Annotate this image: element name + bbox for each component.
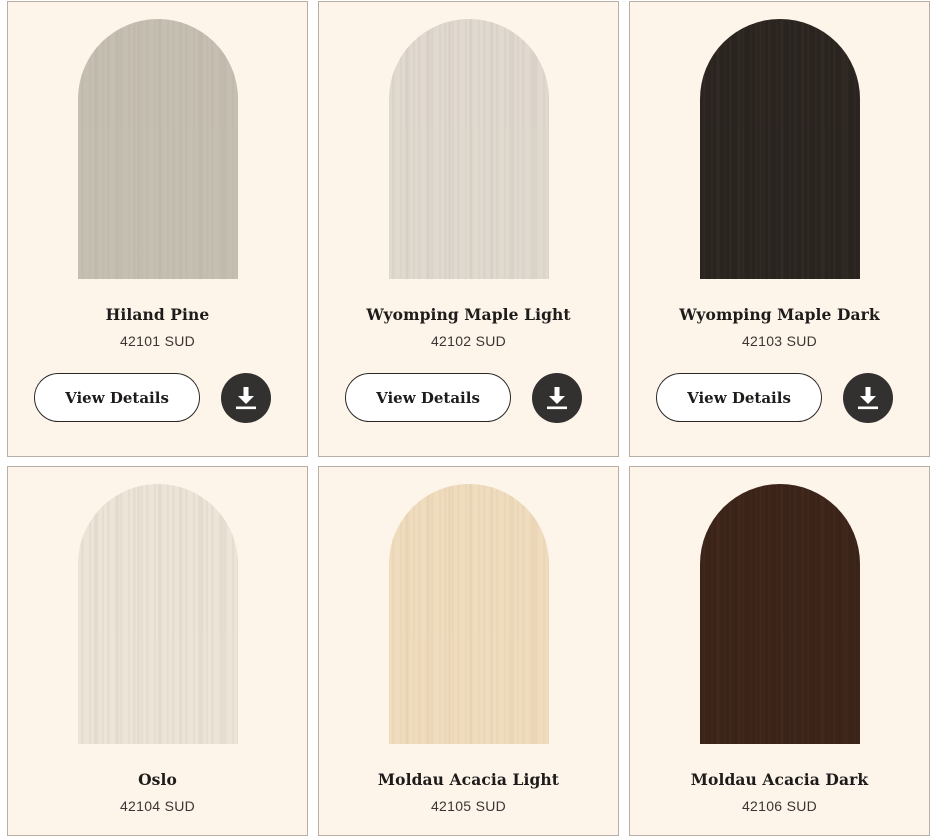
product-swatch-image[interactable] <box>700 484 860 744</box>
product-name: Moldau Acacia Dark <box>690 770 869 789</box>
product-name: Hiland Pine <box>105 305 210 324</box>
download-button[interactable] <box>843 373 893 423</box>
product-swatch-image[interactable] <box>78 19 238 279</box>
product-card: Moldau Acacia Dark 42106 SUD <box>629 466 930 836</box>
product-code: 42104 SUD <box>119 798 196 814</box>
download-button[interactable] <box>221 373 271 423</box>
product-swatch-image[interactable] <box>78 484 238 744</box>
wood-grain-texture <box>389 19 549 279</box>
product-card: Wyomping Maple Light 42102 SUD View Deta… <box>318 1 619 457</box>
download-button[interactable] <box>532 373 582 423</box>
wood-grain-texture <box>78 19 238 279</box>
product-swatch-image[interactable] <box>389 484 549 744</box>
product-card: Moldau Acacia Light 42105 SUD <box>318 466 619 836</box>
wood-grain-texture <box>700 19 860 279</box>
download-icon <box>858 387 878 410</box>
product-swatch-image[interactable] <box>389 19 549 279</box>
product-code: 42103 SUD <box>741 333 818 349</box>
product-name: Oslo <box>138 770 177 789</box>
view-details-button[interactable]: View Details <box>656 373 822 422</box>
view-details-button[interactable]: View Details <box>34 373 200 422</box>
product-code: 42102 SUD <box>430 333 507 349</box>
product-code: 42106 SUD <box>741 798 818 814</box>
product-grid: Hiland Pine 42101 SUD View Details Wyomp… <box>0 0 935 836</box>
wood-grain-texture <box>700 484 860 744</box>
view-details-button[interactable]: View Details <box>345 373 511 422</box>
wood-grain-texture <box>389 484 549 744</box>
product-name: Wyomping Maple Dark <box>679 305 880 324</box>
product-name: Moldau Acacia Light <box>377 770 560 789</box>
download-icon <box>236 387 256 410</box>
product-code: 42101 SUD <box>119 333 196 349</box>
product-card: Wyomping Maple Dark 42103 SUD View Detai… <box>629 1 930 457</box>
product-card: Oslo 42104 SUD <box>7 466 308 836</box>
product-card: Hiland Pine 42101 SUD View Details <box>7 1 308 457</box>
wood-grain-texture <box>78 484 238 744</box>
download-icon <box>547 387 567 410</box>
product-name: Wyomping Maple Light <box>366 305 571 324</box>
product-code: 42105 SUD <box>430 798 507 814</box>
product-swatch-image[interactable] <box>700 19 860 279</box>
